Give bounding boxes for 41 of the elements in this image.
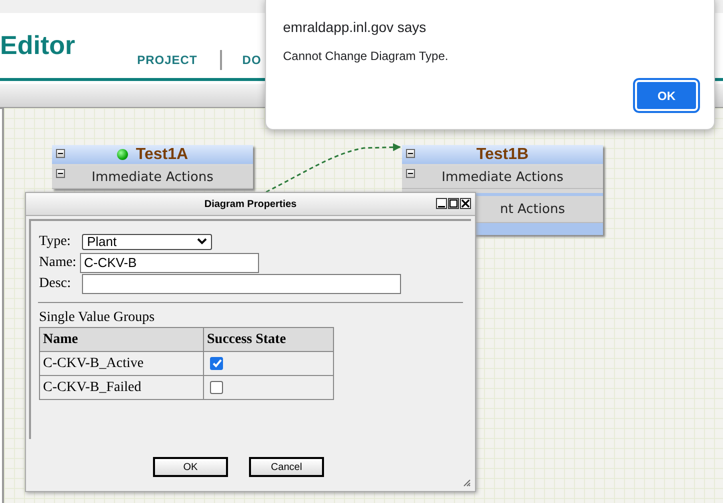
node-title: Test1A [136,146,188,164]
collapse-icon[interactable] [56,149,65,158]
checkbox[interactable] [210,380,223,394]
nav-link[interactable]: DO [242,53,262,67]
alert-message: Cannot Change Diagram Type. [283,49,450,63]
name-field[interactable]: C-CKV-B [80,252,259,272]
type-dropdown[interactable]: Plant [82,234,212,250]
collapse-icon[interactable] [406,149,415,158]
status-dot [116,149,128,160]
dialog-title: Diagram Properties [204,198,297,210]
checkbox[interactable] [210,356,223,370]
ok-button[interactable]: OK [635,80,698,111]
field-label: Desc: [39,276,72,292]
field-label: Name: [39,254,78,270]
row-label: Immediate Actions [92,170,214,184]
dialog-button[interactable]: Cancel [249,457,324,477]
collapse-icon[interactable] [56,169,65,178]
close-icon[interactable] [460,198,471,209]
chevron-icon [197,238,207,245]
alert-title: emraldapp.inl.gov says [283,19,428,35]
node-header[interactable]: Test1A [52,145,253,164]
minimize-icon[interactable] [436,198,447,209]
resize-grip-icon[interactable] [463,479,471,487]
app-title: Editor [0,30,76,61]
table-cell: C-CKV-B_Failed [40,376,204,400]
nav-link[interactable]: PROJECT [137,53,198,67]
collapse-icon[interactable] [406,169,415,178]
field-label: Type: [39,234,72,250]
node-header[interactable]: Test1B [402,145,603,164]
column-header: Name [40,328,204,352]
node-title: Test1B [476,146,529,164]
table-cell: C-CKV-B_Active [40,352,204,376]
section-title: Single Value Groups [39,310,156,326]
node-row[interactable]: Immediate Actions [402,166,603,189]
row-label: nt Actions [500,202,565,216]
maximize-icon[interactable] [448,198,459,209]
column-header: Success State [204,328,334,352]
row-label: Immediate Actions [442,170,564,184]
dialog-button[interactable]: OK [153,457,228,477]
desc-field[interactable] [82,274,401,294]
node-row[interactable]: Immediate Actions [52,166,253,189]
